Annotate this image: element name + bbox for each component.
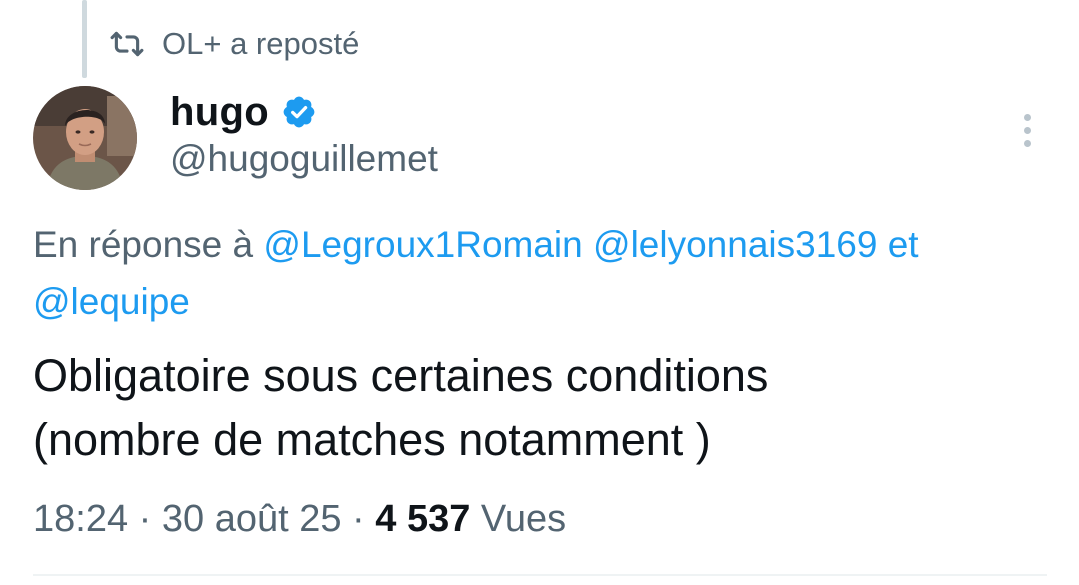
tweet-meta: 18:24 · 30 août 25 · 4 537 Vues <box>33 492 566 546</box>
reply-context: En réponse à @Legroux1Romain @lelyonnais… <box>33 216 1043 330</box>
tweet-text-line-2: (nombre de matches notamment ) <box>33 414 711 465</box>
reply-prefix: En réponse à <box>33 224 254 265</box>
tweet-date[interactable]: 30 août 25 <box>162 498 342 541</box>
tweet-time[interactable]: 18:24 <box>33 498 128 541</box>
verified-badge-icon <box>281 94 317 130</box>
more-vertical-icon[interactable] <box>1012 110 1042 150</box>
repost-indicator[interactable]: OL+ a reposté <box>110 24 359 64</box>
tweet-detail: OL+ a reposté hugo @hugoguillemet En rép… <box>0 0 1079 585</box>
tweet-text-line-1: Obligatoire sous certaines conditions <box>33 350 769 401</box>
mention-link-1[interactable]: @Legroux1Romain <box>263 224 582 265</box>
author-display-name[interactable]: hugo <box>170 90 269 135</box>
thread-connector-line <box>82 0 87 78</box>
meta-separator: · <box>128 497 162 540</box>
tweet-text: Obligatoire sous certaines conditions (n… <box>33 344 1043 472</box>
views-count[interactable]: 4 537 <box>375 498 470 541</box>
repost-icon <box>110 27 144 61</box>
mention-link-2[interactable]: @lelyonnais3169 <box>593 224 877 265</box>
meta-separator: · <box>341 497 376 540</box>
views-label: Vues <box>480 497 567 540</box>
reply-conjunction: et <box>887 224 919 265</box>
author-handle[interactable]: @hugoguillemet <box>170 138 438 180</box>
meta-space <box>470 498 481 541</box>
repost-label: OL+ a reposté <box>162 26 360 61</box>
divider <box>33 574 1047 576</box>
author-name-row[interactable]: hugo <box>170 86 317 138</box>
avatar[interactable] <box>33 86 137 190</box>
mention-link-3[interactable]: @lequipe <box>33 281 190 322</box>
